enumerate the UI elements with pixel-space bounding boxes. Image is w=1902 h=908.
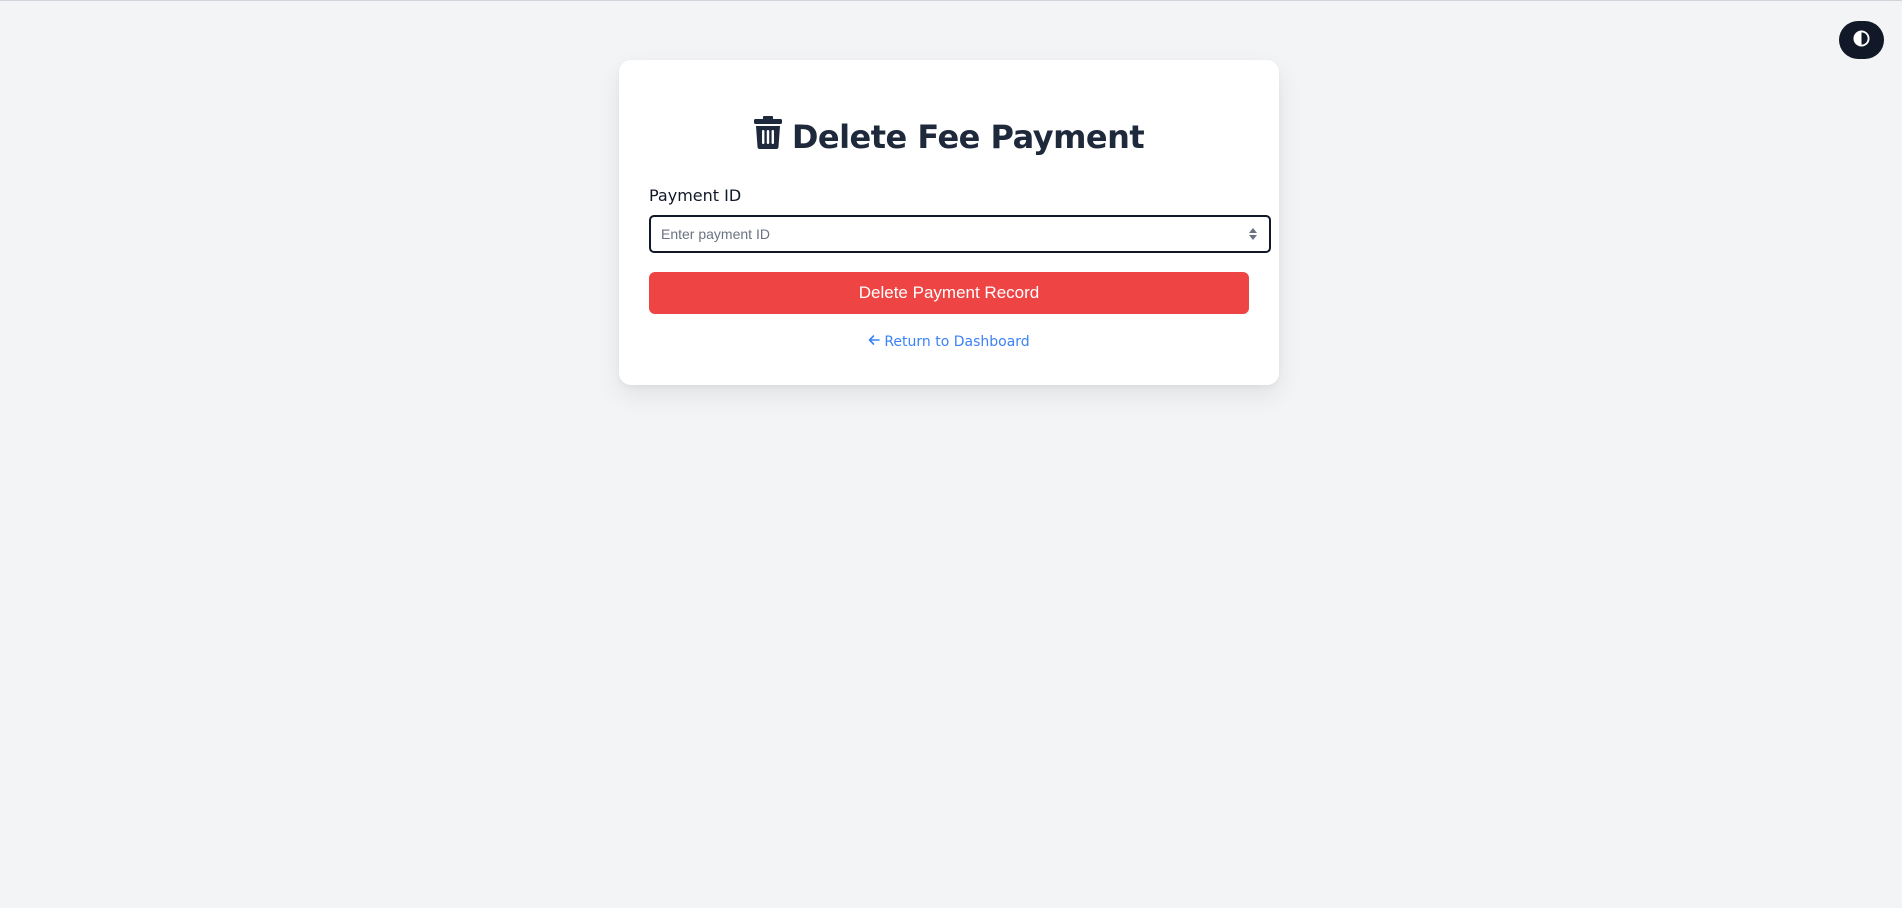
title-text: Delete Fee Payment [791, 117, 1145, 156]
return-link-label: Return to Dashboard [884, 334, 1030, 350]
theme-toggle-button[interactable] [1839, 21, 1884, 59]
return-to-dashboard-link[interactable]: Return to Dashboard [619, 334, 1279, 350]
payment-id-label: Payment ID [649, 186, 742, 205]
contrast-icon [1853, 30, 1870, 50]
payment-id-field [649, 215, 1271, 253]
number-stepper[interactable] [1245, 217, 1261, 251]
delete-payment-button[interactable]: Delete Payment Record [649, 272, 1249, 314]
page-title: Delete Fee Payment [619, 116, 1279, 157]
arrow-left-icon [868, 334, 881, 350]
payment-id-input[interactable] [651, 217, 1245, 251]
delete-payment-card: Delete Fee Payment Payment ID Delete Pay… [619, 60, 1279, 385]
stepper-up-icon[interactable] [1249, 228, 1257, 233]
trash-icon [753, 116, 782, 157]
stepper-down-icon[interactable] [1249, 235, 1257, 240]
